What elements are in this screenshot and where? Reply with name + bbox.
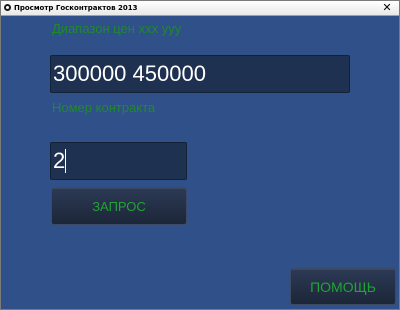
help-button[interactable]: ПОМОЩЬ xyxy=(290,268,396,305)
close-icon[interactable]: ✕ xyxy=(381,2,393,13)
main-panel: Диапазон цен xxx yyy Номер контракта ЗАП… xyxy=(1,16,399,309)
query-button[interactable]: ЗАПРОС xyxy=(51,187,187,225)
contract-number-input[interactable] xyxy=(50,142,187,180)
text-caret xyxy=(65,149,66,173)
app-window: Просмотр Госконтрактов 2013 ✕ Диапазон ц… xyxy=(0,0,400,310)
title-bar[interactable]: Просмотр Госконтрактов 2013 ✕ xyxy=(1,1,399,16)
window-title: Просмотр Госконтрактов 2013 xyxy=(14,4,138,12)
price-range-label: Диапазон цен xxx yyy xyxy=(52,21,182,36)
app-icon xyxy=(4,4,11,11)
price-range-input[interactable] xyxy=(50,55,350,93)
contract-number-label: Номер контракта xyxy=(52,100,156,115)
